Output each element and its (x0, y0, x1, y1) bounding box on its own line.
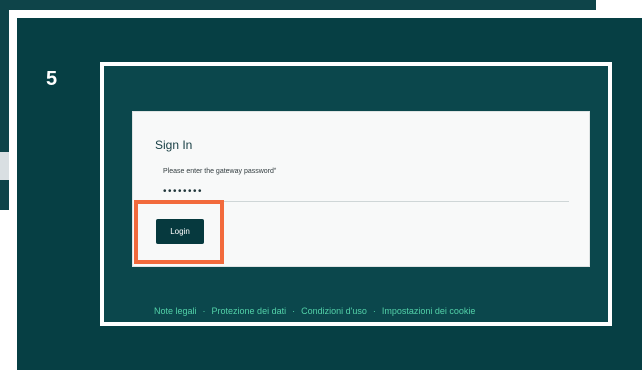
footer-link-cookie-settings[interactable]: Impostazioni dei cookie (382, 306, 476, 316)
step-number: 5 (46, 68, 58, 90)
footer-separator: · (292, 306, 296, 316)
tutorial-stage: 5 Sign In Please enter the gateway passw… (0, 0, 642, 370)
password-label-text: Please enter the gateway password (163, 168, 274, 175)
login-highlight-box (134, 200, 224, 264)
footer-separator: · (202, 306, 206, 316)
footer-link-legal-notes[interactable]: Note legali (154, 306, 197, 316)
password-field[interactable] (161, 182, 569, 202)
background-screenshot-edge (0, 152, 9, 180)
signin-title: Sign In (155, 138, 193, 152)
footer-links: Note legali · Protezione dei dati · Cond… (154, 306, 475, 316)
required-marker: * (273, 168, 277, 174)
footer-link-terms-of-use[interactable]: Condizioni d'uso (301, 306, 367, 316)
footer-separator: · (372, 306, 376, 316)
footer-link-data-protection[interactable]: Protezione dei dati (212, 306, 287, 316)
password-label: Please enter the gateway password* (163, 168, 276, 175)
